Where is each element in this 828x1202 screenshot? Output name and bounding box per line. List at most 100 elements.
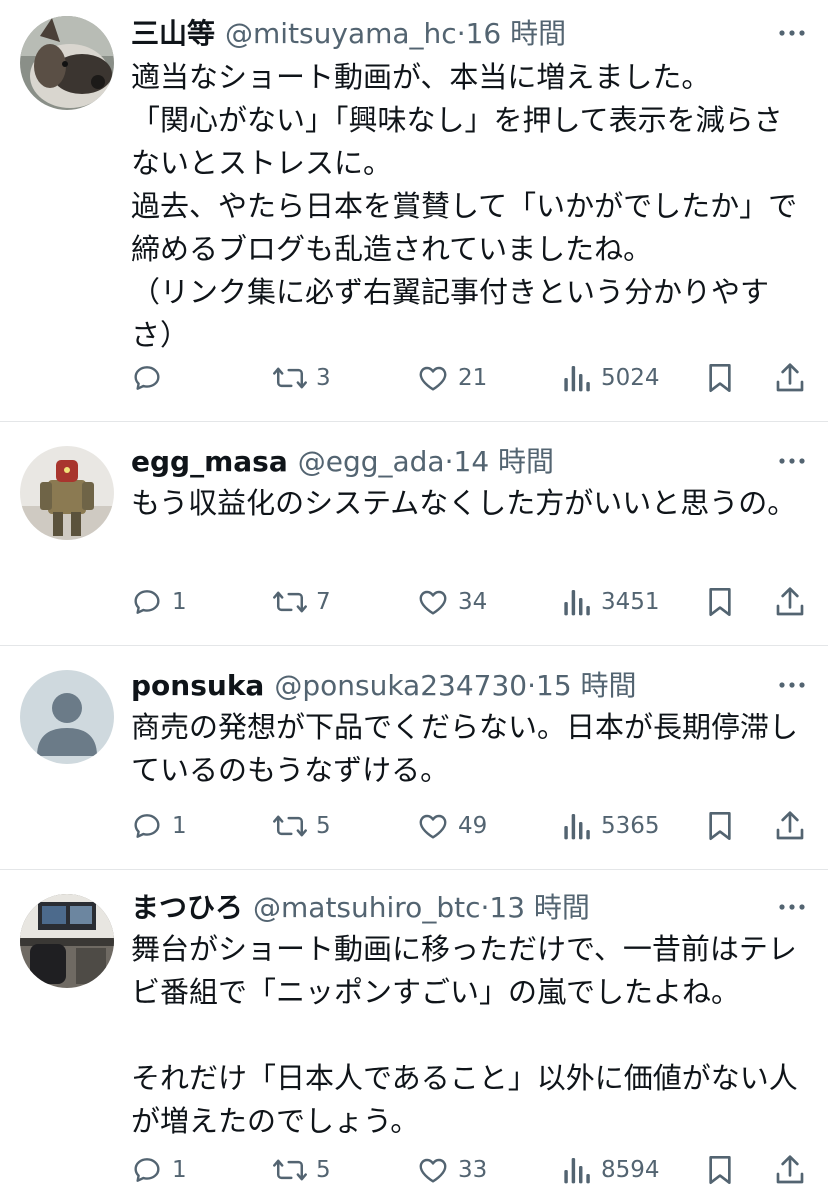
reply-count: 1 (172, 813, 187, 839)
like-button[interactable]: 34 (417, 582, 487, 622)
separator-dot: · (444, 445, 454, 478)
reply-button[interactable]: 1 (131, 582, 187, 622)
default-avatar-image (20, 670, 114, 764)
avatar[interactable] (20, 894, 114, 988)
action-bar: 3 21 5024 (131, 358, 811, 398)
more-dots-icon[interactable] (778, 28, 806, 38)
speech-bubble-icon (134, 814, 160, 838)
separator-dot: · (456, 17, 466, 50)
reply-count: 1 (172, 589, 187, 615)
user-handle[interactable]: @mitsuyama_hc (225, 17, 457, 50)
more-dots-icon[interactable] (778, 456, 806, 466)
like-count: 34 (458, 589, 488, 615)
retweet-button[interactable]: 7 (273, 582, 331, 622)
display-name[interactable]: ponsuka (131, 669, 264, 702)
bookmark-icon (709, 364, 731, 392)
heart-icon (419, 1158, 447, 1183)
retweet-arrows-icon (273, 1159, 307, 1181)
dog-avatar-image (20, 16, 114, 110)
share-button[interactable] (775, 806, 805, 846)
views-count: 5365 (601, 813, 660, 839)
retweet-count: 7 (316, 589, 331, 615)
bar-chart-icon (564, 590, 590, 616)
user-handle[interactable]: @ponsuka234730 (274, 669, 527, 702)
speech-bubble-icon (134, 1158, 160, 1182)
avatar[interactable] (20, 16, 114, 110)
more-dots-icon[interactable] (778, 680, 806, 690)
display-name[interactable]: まつひろ (131, 891, 243, 924)
timestamp[interactable]: 16 時間 (466, 17, 567, 50)
reply-feed: 三山等 @mitsuyama_hc·16 時間 適当なショート動画が、本当に増えま… (0, 0, 828, 1202)
retweet-arrows-icon (273, 591, 307, 613)
action-bar: 1 5 33 8594 (131, 1150, 811, 1190)
avatar[interactable] (20, 670, 114, 764)
tweet-text: 舞台がショート動画に移っただけで、一昔前はテレビ番組で「ニッポンすごい」の嵐でし… (131, 932, 798, 1138)
tweet[interactable]: まつひろ @matsuhiro_btc·13 時間 舞台がショート動画に移っただけ… (0, 870, 828, 1202)
reply-count: 1 (172, 1157, 187, 1183)
reply-button[interactable] (131, 358, 172, 398)
bar-chart-icon (564, 814, 590, 840)
bookmark-button[interactable] (706, 806, 734, 846)
bookmark-button[interactable] (706, 358, 734, 398)
share-button[interactable] (775, 582, 805, 622)
like-count: 21 (458, 365, 488, 391)
like-button[interactable]: 33 (417, 1150, 487, 1190)
timestamp[interactable]: 13 時間 (489, 891, 590, 924)
views-button[interactable]: 5365 (562, 806, 660, 846)
tweet-text: 商売の発想が下品でくだらない。日本が長期停滞しているのもうなずける。 (131, 710, 799, 787)
tweet-text: もう収益化のシステムなくした方がいいと思うの。 (131, 486, 797, 520)
retweet-count: 5 (316, 813, 331, 839)
timestamp[interactable]: 14 時間 (454, 445, 555, 478)
tweet[interactable]: 三山等 @mitsuyama_hc·16 時間 適当なショート動画が、本当に増えま… (0, 0, 828, 422)
share-icon (776, 363, 804, 392)
views-button[interactable]: 5024 (562, 358, 660, 398)
more-dots-icon[interactable] (778, 902, 806, 912)
views-count: 3451 (601, 589, 660, 615)
action-bar: 1 5 49 5365 (131, 806, 811, 846)
display-name[interactable]: 三山等 (131, 17, 215, 50)
retweet-button[interactable]: 3 (273, 358, 331, 398)
user-handle[interactable]: @matsuhiro_btc (253, 891, 480, 924)
share-icon (776, 587, 804, 616)
like-count: 33 (458, 1157, 488, 1183)
tweet-header: 三山等 @mitsuyama_hc·16 時間 (131, 14, 768, 54)
retweet-arrows-icon (273, 815, 307, 837)
reply-button[interactable]: 1 (131, 1150, 187, 1190)
tweet-text: 適当なショート動画が、本当に増えました。 「関心がない」「興味なし」を押して表示… (131, 60, 798, 352)
separator-dot: · (527, 669, 536, 702)
speech-bubble-icon (134, 366, 160, 390)
share-icon (776, 1155, 804, 1184)
robot-figure-avatar-image (20, 446, 114, 540)
retweet-button[interactable]: 5 (273, 1150, 331, 1190)
views-button[interactable]: 3451 (562, 582, 660, 622)
bookmark-button[interactable] (706, 582, 734, 622)
tweet-header: ponsuka @ponsuka234730·15 時間 (131, 666, 768, 706)
like-button[interactable]: 49 (417, 806, 487, 846)
tweet[interactable]: ponsuka @ponsuka234730·15 時間 商売の発想が下品でくだら… (0, 646, 828, 870)
speech-bubble-icon (134, 590, 160, 614)
bookmark-icon (709, 1156, 731, 1184)
desk-setup-avatar-image (20, 894, 114, 988)
bookmark-button[interactable] (706, 1150, 734, 1190)
share-button[interactable] (775, 1150, 805, 1190)
user-handle[interactable]: @egg_ada (298, 445, 445, 478)
heart-icon (419, 366, 447, 391)
avatar[interactable] (20, 446, 114, 540)
timestamp[interactable]: 15 時間 (536, 669, 637, 702)
share-button[interactable] (775, 358, 805, 398)
like-button[interactable]: 21 (417, 358, 487, 398)
heart-icon (419, 814, 447, 839)
reply-button[interactable]: 1 (131, 806, 187, 846)
action-bar: 1 7 34 3451 (131, 582, 811, 622)
views-count: 8594 (601, 1157, 660, 1183)
tweet-header: まつひろ @matsuhiro_btc·13 時間 (131, 888, 768, 928)
display-name[interactable]: egg_masa (131, 445, 288, 478)
tweet[interactable]: egg_masa @egg_ada·14 時間 もう収益化のシステムなくした方がい… (0, 422, 828, 646)
retweet-count: 3 (316, 365, 331, 391)
views-count: 5024 (601, 365, 660, 391)
retweet-button[interactable]: 5 (273, 806, 331, 846)
retweet-count: 5 (316, 1157, 331, 1183)
views-button[interactable]: 8594 (562, 1150, 660, 1190)
bar-chart-icon (564, 366, 590, 392)
bookmark-icon (709, 588, 731, 616)
